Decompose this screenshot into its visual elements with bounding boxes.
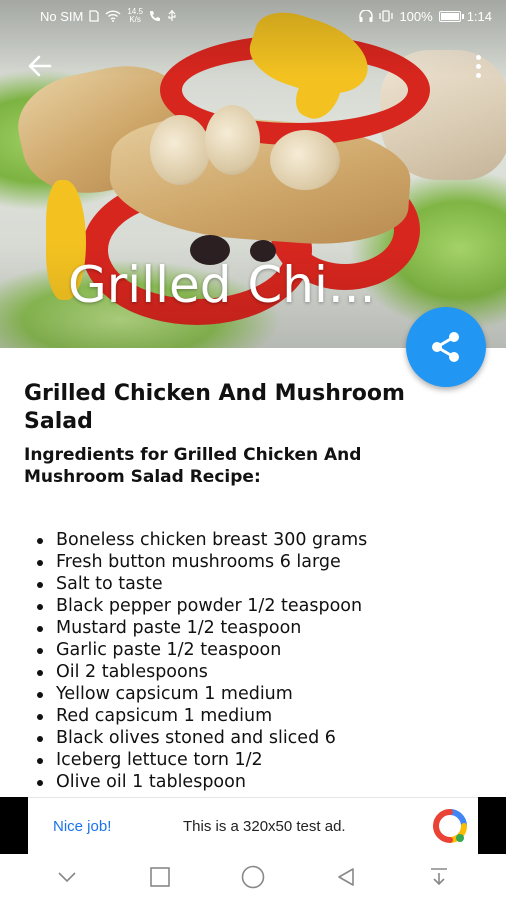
nav-recents-button[interactable] (140, 857, 180, 897)
share-icon (432, 332, 459, 362)
circle-icon (241, 865, 265, 889)
list-item: Oil 2 tablespoons (37, 661, 464, 683)
chevron-down-icon (58, 872, 76, 883)
list-item: Garlic paste 1/2 teaspoon (37, 639, 464, 661)
status-bar: No SIM 14.5 K/s 100% 1:14 (0, 0, 506, 32)
recipe-content: Grilled Chicken And Mushroom Salad Ingre… (24, 380, 464, 793)
arrow-back-icon (28, 55, 52, 77)
square-icon (149, 867, 170, 887)
battery-percent: 100% (399, 8, 433, 24)
share-button[interactable] (406, 307, 486, 387)
list-item: Olive oil 1 tablespoon (37, 771, 464, 793)
ad-text: This is a 320x50 test ad. (183, 817, 346, 835)
vibrate-icon (379, 10, 394, 22)
list-item: Fresh button mushrooms 6 large (37, 551, 464, 573)
back-button[interactable] (22, 48, 58, 84)
usb-icon (168, 10, 176, 21)
carrier-text: No SIM (40, 8, 84, 24)
recipe-title: Grilled Chicken And Mushroom Salad (24, 381, 405, 434)
status-right: 100% 1:14 (359, 9, 492, 24)
nav-back-button[interactable] (326, 857, 366, 897)
headset-icon (359, 10, 374, 22)
ingredients-heading: Ingredients for Grilled Chicken And Mush… (24, 445, 362, 487)
battery-fill (440, 12, 459, 20)
ad-content[interactable]: Nice job! This is a 320x50 test ad. (28, 797, 478, 854)
system-navigation-bar (0, 854, 506, 900)
triangle-back-icon (338, 868, 354, 886)
battery-icon (438, 10, 464, 22)
nav-home-button[interactable] (233, 857, 273, 897)
ad-banner[interactable]: Nice job! This is a 320x50 test ad. (0, 797, 506, 854)
download-icon (431, 868, 448, 886)
list-item: Yellow capsicum 1 medium (37, 683, 464, 705)
list-item: Red capsicum 1 medium (37, 705, 464, 727)
overflow-menu-button[interactable] (468, 50, 488, 82)
list-item: Mustard paste 1/2 teaspoon (37, 617, 464, 639)
list-item: Black olives stoned and sliced 6 (37, 727, 464, 749)
network-speed-unit: K/s (129, 15, 141, 24)
nav-download-button[interactable] (419, 857, 459, 897)
more-vert-icon (475, 54, 481, 60)
status-left: No SIM 14.5 K/s (40, 8, 177, 24)
nav-hide-button[interactable] (47, 857, 87, 897)
wifi-icon (105, 10, 121, 22)
network-speed: 14.5 K/s (127, 8, 143, 24)
list-item: Black pepper powder 1/2 teaspoon (37, 595, 464, 617)
clock: 1:14 (466, 8, 492, 24)
list-item: Salt to taste (37, 573, 464, 595)
list-item: Iceberg lettuce torn 1/2 (37, 749, 464, 771)
ad-logo-icon (433, 809, 467, 843)
list-item: Boneless chicken breast 300 grams (37, 529, 464, 551)
ad-nice-job-text: Nice job! (53, 817, 112, 835)
ingredient-list: Boneless chicken breast 300 grams Fresh … (24, 529, 464, 793)
hero-title: Grilled Chi... (68, 256, 376, 314)
sim-icon (89, 10, 99, 22)
phone-icon (149, 11, 160, 21)
